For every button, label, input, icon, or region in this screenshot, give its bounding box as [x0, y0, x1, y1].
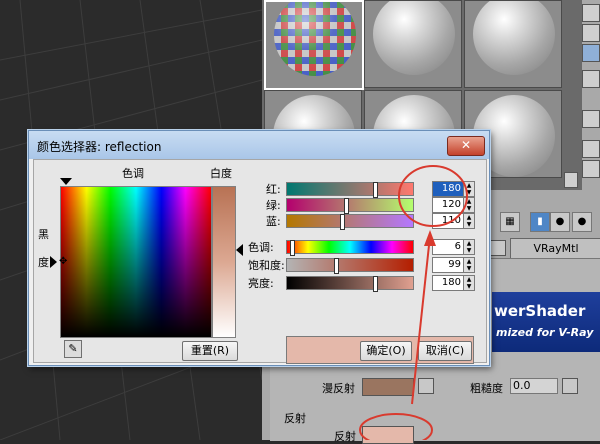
go-parent-icon[interactable]: ● [572, 212, 592, 232]
hsv-slider-1[interactable] [286, 258, 414, 274]
rgb-slider-0[interactable] [286, 182, 414, 198]
hsv-spinner-icon-1[interactable]: ▲ ▼ [463, 257, 475, 273]
reset-button[interactable]: 重置(R) [182, 341, 238, 361]
hsv-value-0[interactable]: 6 [432, 239, 464, 255]
checker-sphere [274, 2, 356, 76]
crosshair-icon: ✥ [59, 256, 68, 267]
backlight-icon[interactable] [582, 24, 600, 42]
color-selector-dialog: 颜色选择器: reflection ✕ 色调 白度 黑 度 ✥ 红: 180 ▲ ▼ 绿… [28, 130, 490, 366]
rgb-value-0[interactable]: 180 [432, 181, 464, 197]
rgb-slider-thumb-1[interactable] [344, 198, 350, 214]
material-slot-3[interactable] [464, 0, 562, 88]
dialog-titlebar[interactable]: 颜色选择器: reflection ✕ [29, 131, 489, 159]
hsv-slider-thumb-2[interactable] [373, 276, 379, 292]
ok-button[interactable]: 确定(O) [360, 341, 412, 361]
material-type-button[interactable]: VRayMtl [510, 238, 600, 260]
hsv-label-1: 饱和度: [248, 259, 285, 272]
whiteness-header: 白度 [210, 167, 232, 180]
hsv-slider-thumb-1[interactable] [334, 258, 340, 274]
rgb-label-0: 红: [266, 183, 281, 196]
material-toolbar: ▦ ▮ ● ● [492, 210, 600, 236]
whiteness-bar[interactable] [212, 186, 236, 338]
reflection-color-swatch[interactable] [362, 426, 414, 444]
cancel-button[interactable]: 取消(C) [418, 341, 472, 361]
rgb-label-2: 蓝: [266, 215, 281, 228]
roughness-field[interactable]: 0.0 [510, 378, 558, 394]
material-slot-1[interactable] [264, 0, 364, 90]
make-preview-icon[interactable] [582, 140, 600, 158]
sphere [473, 1, 555, 75]
scroll-down-icon[interactable] [564, 172, 578, 188]
hsv-slider-2[interactable] [286, 276, 414, 292]
rgb-label-1: 绿: [266, 199, 281, 212]
close-button[interactable]: ✕ [447, 136, 485, 156]
eyedropper-icon[interactable]: ✎ [64, 340, 82, 358]
vray-banner: werShader mized for V-Ray [492, 292, 600, 352]
hsv-slider-thumb-0[interactable] [289, 240, 295, 256]
blackness-label-1: 黑 [38, 228, 49, 241]
hsv-slider-0[interactable] [286, 240, 414, 256]
hsv-label-0: 色调: [248, 241, 274, 254]
hue-blackness-field[interactable] [60, 186, 212, 338]
show-end-result-icon[interactable]: ● [550, 212, 570, 232]
hsv-spinner-icon-2[interactable]: ▲ ▼ [463, 275, 475, 291]
diffuse-color-swatch[interactable] [362, 378, 414, 396]
hsv-value-2[interactable]: 180 [432, 275, 464, 291]
hsv-spinner-icon-0[interactable]: ▲ ▼ [463, 239, 475, 255]
hsv-value-1[interactable]: 99 [432, 257, 464, 273]
diffuse-map-button[interactable] [418, 378, 434, 394]
whiteness-marker-icon[interactable] [236, 244, 243, 256]
rgb-spinner-icon-2[interactable]: ▲ ▼ [463, 213, 475, 229]
rgb-slider-thumb-2[interactable] [339, 214, 345, 230]
background-icon[interactable] [582, 44, 600, 62]
options-icon[interactable] [582, 160, 600, 178]
blackness-marker-icon[interactable] [50, 256, 57, 268]
banner-line-2: mized for V-Ray [496, 326, 594, 339]
blackness-label-2: 度 [38, 256, 49, 269]
hue-header: 色调 [122, 167, 144, 180]
roughness-label: 粗糙度 [470, 382, 503, 395]
banner-line-1: werShader [494, 302, 586, 320]
rgb-spinner-icon-0[interactable]: ▲ ▼ [463, 181, 475, 197]
diffuse-label: 漫反射 [322, 382, 355, 395]
hue-marker-icon[interactable] [60, 178, 72, 185]
hsv-label-2: 亮度: [248, 277, 274, 290]
checker-toggle-icon[interactable]: ▦ [500, 212, 520, 232]
rgb-value-2[interactable]: 110 [432, 213, 464, 229]
video-check-icon[interactable] [582, 110, 600, 128]
dialog-title: 颜色选择器: reflection [37, 140, 162, 154]
rgb-spinner-icon-1[interactable]: ▲ ▼ [463, 197, 475, 213]
material-options-icon[interactable] [490, 240, 506, 256]
sample-uv-icon[interactable] [582, 70, 600, 88]
reflection-label: 反射 [334, 430, 356, 443]
roughness-map-button[interactable] [562, 378, 578, 394]
sphere [373, 1, 455, 75]
rgb-slider-2[interactable] [286, 214, 414, 230]
dialog-body: 色调 白度 黑 度 ✥ 红: 180 ▲ ▼ 绿: 120 ▲ ▼ 蓝: 110 ▲ ▼ 色调: 6 ▲ ▼… [33, 159, 487, 364]
sample-type-icon[interactable] [582, 4, 600, 22]
rgb-value-1[interactable]: 120 [432, 197, 464, 213]
reflection-section-label: 反射 [284, 412, 306, 425]
rgb-slider-1[interactable] [286, 198, 414, 214]
show-map-icon[interactable]: ▮ [530, 212, 550, 232]
rgb-slider-thumb-0[interactable] [373, 182, 379, 198]
material-slot-2[interactable] [364, 0, 462, 88]
